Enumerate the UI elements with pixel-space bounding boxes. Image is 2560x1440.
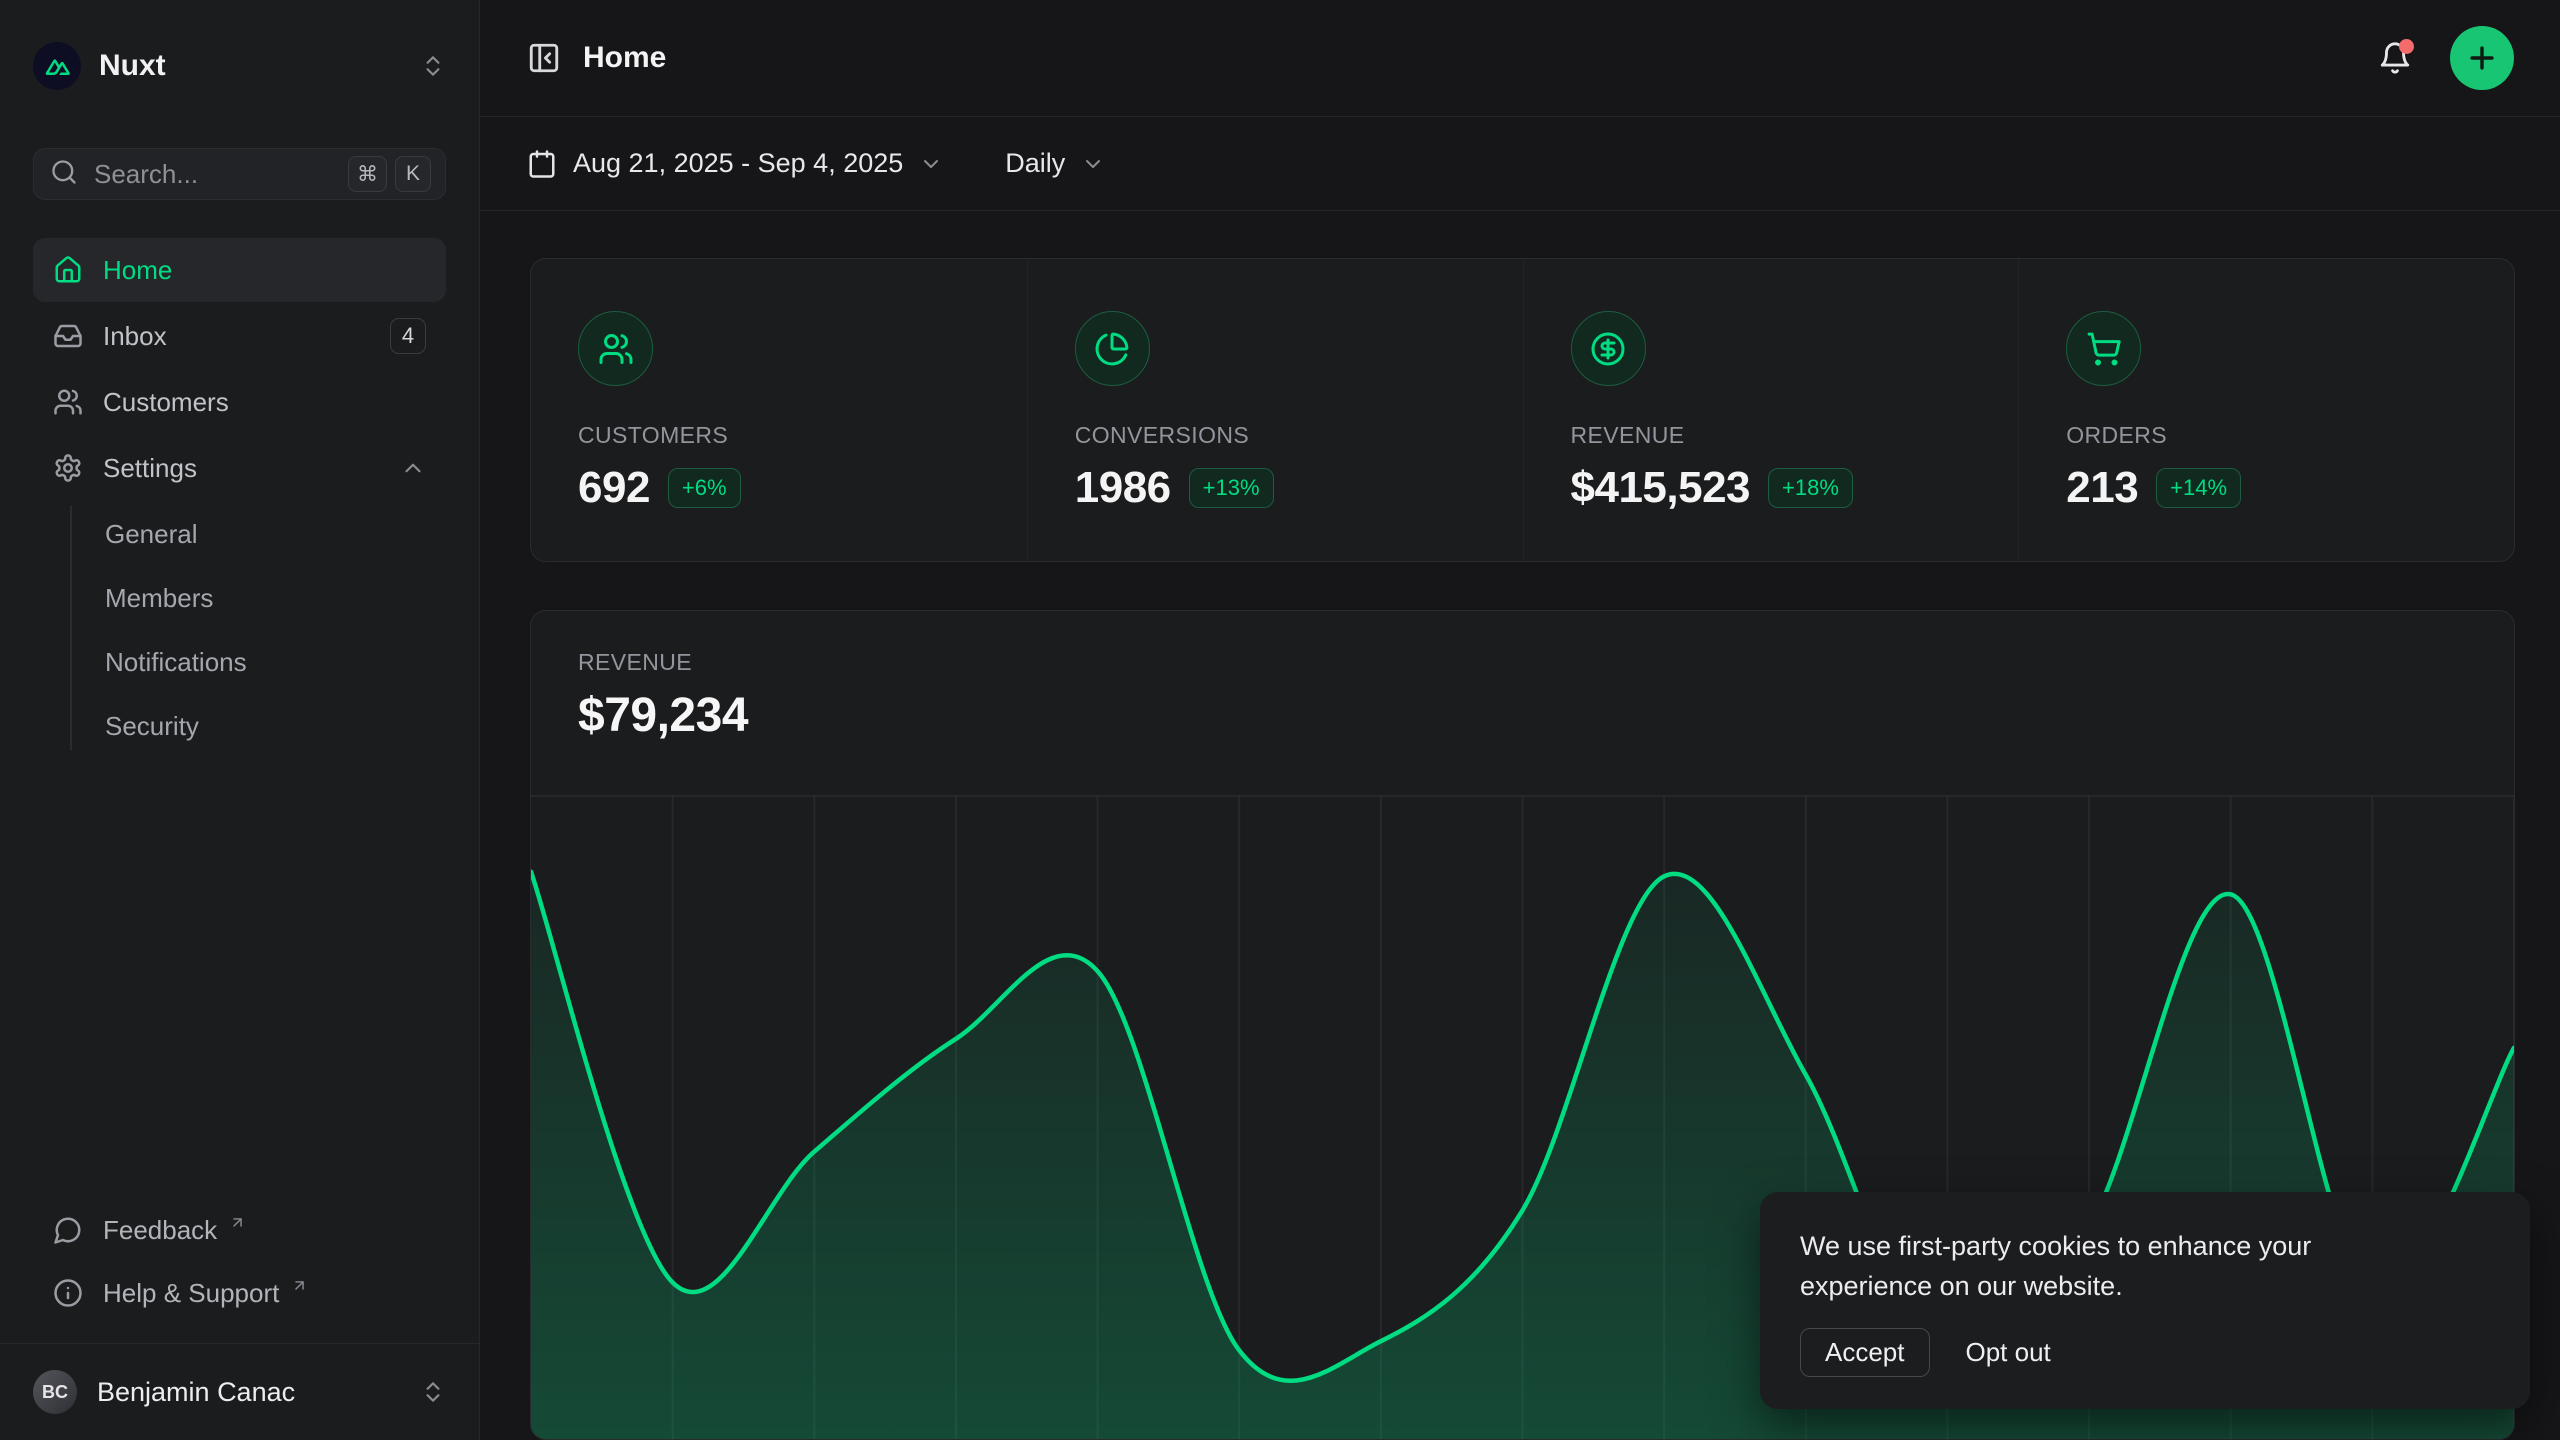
- users-icon: [578, 311, 653, 386]
- search-box[interactable]: ⌘ K: [33, 148, 446, 200]
- stat-revenue: REVENUE $415,523 +18%: [1523, 259, 2019, 561]
- sidebar: Nuxt ⌘ K Home: [0, 0, 480, 1440]
- kbd-k: K: [395, 156, 431, 192]
- topbar: Home: [480, 0, 2560, 117]
- user-menu[interactable]: BC Benjamin Canac: [0, 1343, 479, 1440]
- cookie-actions: Accept Opt out: [1800, 1328, 2490, 1377]
- revenue-chart-header: REVENUE $79,234: [531, 611, 2514, 743]
- search-icon: [50, 158, 78, 191]
- date-range-picker[interactable]: Aug 21, 2025 - Sep 4, 2025: [527, 148, 943, 179]
- stat-label: ORDERS: [2066, 422, 2514, 449]
- stat-label: CONVERSIONS: [1075, 422, 1523, 449]
- avatar: BC: [33, 1370, 77, 1414]
- add-button[interactable]: [2450, 26, 2514, 90]
- stat-value: 692: [578, 463, 650, 513]
- chevron-down-icon: [1081, 152, 1105, 176]
- external-link-icon: [291, 1270, 308, 1301]
- stat-delta-badge: +13%: [1189, 468, 1274, 508]
- feedback-link[interactable]: Feedback: [33, 1202, 446, 1258]
- revenue-chart-value: $79,234: [578, 688, 2514, 743]
- info-icon: [53, 1278, 83, 1308]
- message-bubble-icon: [53, 1215, 83, 1245]
- granularity-value: Daily: [1005, 148, 1065, 179]
- plus-icon: [2465, 41, 2499, 75]
- stat-customers: CUSTOMERS 692 +6%: [531, 259, 1027, 561]
- subnav-label: Security: [105, 711, 199, 742]
- notifications-button[interactable]: [2378, 41, 2412, 75]
- stat-delta-badge: +6%: [668, 468, 741, 508]
- help-support-label: Help & Support: [103, 1278, 279, 1309]
- cookie-message: We use first-party cookies to enhance yo…: [1800, 1226, 2440, 1306]
- stat-delta-badge: +14%: [2156, 468, 2241, 508]
- sidebar-item-label: Home: [103, 255, 172, 286]
- topbar-actions: [2378, 26, 2514, 90]
- accept-cookies-button[interactable]: Accept: [1800, 1328, 1930, 1377]
- granularity-select[interactable]: Daily: [1005, 148, 1105, 179]
- date-range-value: Aug 21, 2025 - Sep 4, 2025: [573, 148, 903, 179]
- sidebar-item-settings[interactable]: Settings: [33, 436, 446, 500]
- sidebar-item-notifications[interactable]: Notifications: [105, 630, 446, 694]
- stat-value: 213: [2066, 463, 2138, 513]
- sidebar-item-label: Inbox: [103, 321, 167, 352]
- workspace-switcher[interactable]: Nuxt: [33, 37, 446, 95]
- revenue-chart-label: REVENUE: [578, 649, 2514, 676]
- users-icon: [53, 387, 83, 417]
- optout-cookies-button[interactable]: Opt out: [1966, 1329, 2051, 1376]
- stat-conversions: CONVERSIONS 1986 +13%: [1027, 259, 1523, 561]
- home-icon: [53, 255, 83, 285]
- inbox-count-badge: 4: [390, 318, 426, 354]
- stat-value: $415,523: [1571, 463, 1751, 513]
- nuxt-logo-icon: [33, 42, 81, 90]
- calendar-icon: [527, 149, 557, 179]
- chevron-up-icon: [400, 455, 426, 481]
- sidebar-item-members[interactable]: Members: [105, 566, 446, 630]
- inbox-icon: [53, 321, 83, 351]
- subnav-label: Notifications: [105, 647, 247, 678]
- chevrons-up-down-icon: [420, 53, 446, 79]
- stat-value: 1986: [1075, 463, 1171, 513]
- filters-toolbar: Aug 21, 2025 - Sep 4, 2025 Daily: [480, 117, 2560, 211]
- help-support-link[interactable]: Help & Support: [33, 1265, 446, 1321]
- stats-card: CUSTOMERS 692 +6% CONVERSIONS 1986 +13%: [530, 258, 2515, 562]
- shopping-cart-icon: [2066, 311, 2141, 386]
- kbd-meta: ⌘: [348, 156, 387, 192]
- cookie-banner: We use first-party cookies to enhance yo…: [1760, 1192, 2530, 1409]
- chevrons-up-down-icon: [420, 1379, 446, 1405]
- dollar-circle-icon: [1571, 311, 1646, 386]
- settings-subnav: General Members Notifications Security: [33, 502, 446, 758]
- chevron-down-icon: [919, 152, 943, 176]
- page-title: Home: [583, 41, 666, 75]
- subnav-label: Members: [105, 583, 213, 614]
- sidebar-item-customers[interactable]: Customers: [33, 370, 446, 434]
- pie-chart-icon: [1075, 311, 1150, 386]
- sidebar-item-label: Customers: [103, 387, 229, 418]
- sidebar-item-inbox[interactable]: Inbox 4: [33, 304, 446, 368]
- stat-label: CUSTOMERS: [578, 422, 1027, 449]
- sidebar-item-general[interactable]: General: [105, 502, 446, 566]
- sidebar-footer: Feedback Help & Support: [33, 1202, 446, 1343]
- gear-icon: [53, 453, 83, 483]
- stat-delta-badge: +18%: [1768, 468, 1853, 508]
- sidebar-collapse-button[interactable]: [527, 41, 561, 75]
- sidebar-item-security[interactable]: Security: [105, 694, 446, 758]
- workspace-name: Nuxt: [99, 49, 166, 83]
- stat-label: REVENUE: [1571, 422, 2019, 449]
- user-name: Benjamin Canac: [97, 1377, 295, 1408]
- sidebar-nav: Home Inbox 4 Customers Settings: [33, 238, 446, 758]
- subnav-label: General: [105, 519, 198, 550]
- sidebar-item-label: Settings: [103, 453, 197, 484]
- external-link-icon: [229, 1207, 246, 1238]
- sidebar-item-home[interactable]: Home: [33, 238, 446, 302]
- search-shortcut: ⌘ K: [348, 156, 431, 192]
- feedback-label: Feedback: [103, 1215, 217, 1246]
- search-input[interactable]: [92, 158, 334, 191]
- stat-orders: ORDERS 213 +14%: [2018, 259, 2514, 561]
